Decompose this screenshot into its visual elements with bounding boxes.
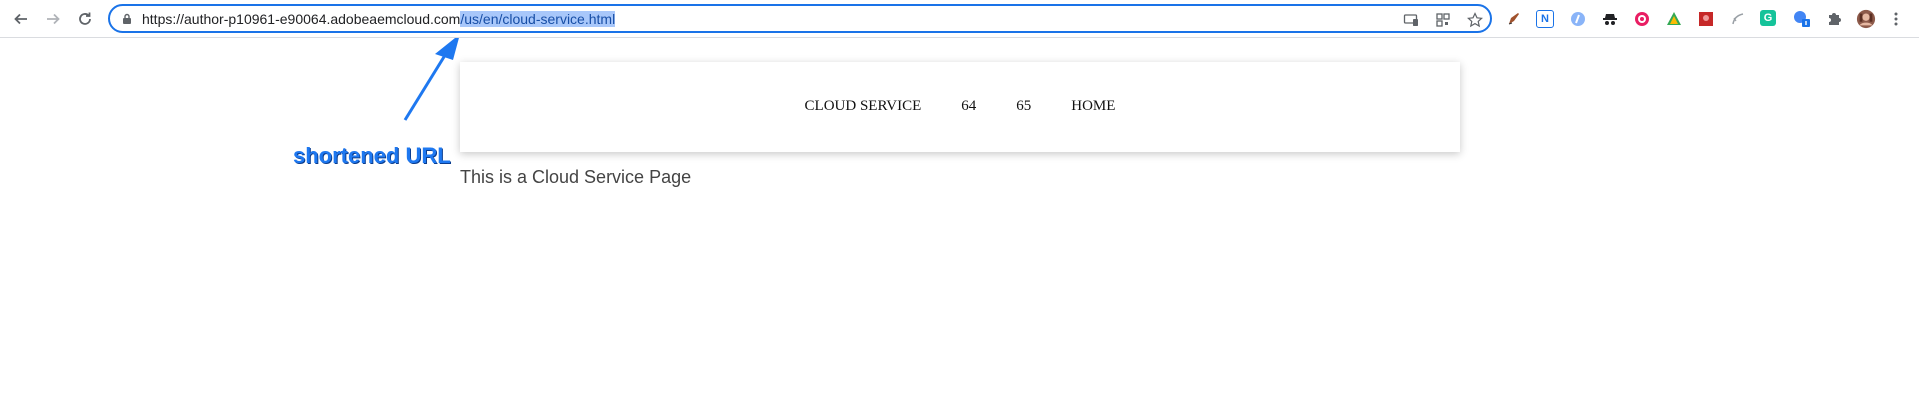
cast-icon [1403,14,1418,26]
lock-icon [123,13,131,24]
extensions-menu[interactable] [1824,9,1844,29]
page-content: CLOUD SERVICE 64 65 HOME This is a Cloud… [0,38,1919,410]
profile-button[interactable] [1856,9,1876,29]
forward-arrow-icon [47,13,60,25]
translate-extension-icon [1794,11,1810,27]
tag-extension-icon [1571,12,1585,26]
pen-extension[interactable] [1504,9,1524,29]
qr-code-icon [1436,13,1450,27]
nav-item-home[interactable]: HOME [1071,98,1115,115]
circle-extension[interactable] [1632,9,1652,29]
back-button[interactable] [10,8,32,30]
nav-item-cloud-service[interactable]: CLOUD SERVICE [805,98,922,115]
url-base: https://author-p10961-e90064.adobeaemclo… [142,11,461,27]
g-extension-icon: G [1763,12,1773,24]
n-extension-icon: N [1541,13,1549,25]
g-extension[interactable]: G [1760,10,1776,26]
nav-item-65[interactable]: 65 [1016,98,1031,115]
back-arrow-icon [14,13,27,25]
red-square-extension[interactable] [1696,9,1716,29]
triangle-extension[interactable] [1664,9,1684,29]
more-vert-icon [1894,12,1898,26]
annotation-arrow-icon [403,38,459,121]
circle-extension-icon [1635,12,1649,26]
spy-extension-icon [1603,14,1617,25]
reload-button[interactable] [74,8,96,30]
browser-menu-button[interactable] [1886,9,1906,29]
browser-toolbar: https://author-p10961-e90064.adobeaemclo… [0,0,1919,38]
n-extension[interactable]: N [1536,10,1554,28]
cast-button[interactable] [1402,11,1420,29]
url-path-selected: /us/en/cloud-service.html [460,11,616,27]
spy-extension[interactable] [1600,9,1620,29]
pen-extension-icon [1508,13,1519,25]
page-body-text: This is a Cloud Service Page [460,167,692,187]
bookmark-button[interactable] [1466,11,1484,29]
forward-button[interactable] [42,8,64,30]
leaf-extension-icon [1732,13,1744,25]
triangle-extension-icon [1667,12,1681,25]
red-square-extension-icon [1699,12,1713,26]
profile-avatar [1856,9,1876,29]
address-bar[interactable]: https://author-p10961-e90064.adobeaemclo… [108,4,1492,33]
qr-code-button[interactable] [1434,11,1452,29]
translate-extension[interactable] [1792,9,1812,29]
nav-item-64[interactable]: 64 [961,98,976,115]
puzzle-icon [1829,13,1841,25]
star-icon [1467,12,1483,28]
url-text[interactable]: https://author-p10961-e90064.adobeaemclo… [142,11,616,27]
annotation-label: shortened URL [293,143,451,168]
reload-icon [79,12,91,25]
tag-extension[interactable] [1568,9,1588,29]
site-navigation: CLOUD SERVICE 64 65 HOME [460,62,1460,152]
leaf-extension[interactable] [1728,9,1748,29]
